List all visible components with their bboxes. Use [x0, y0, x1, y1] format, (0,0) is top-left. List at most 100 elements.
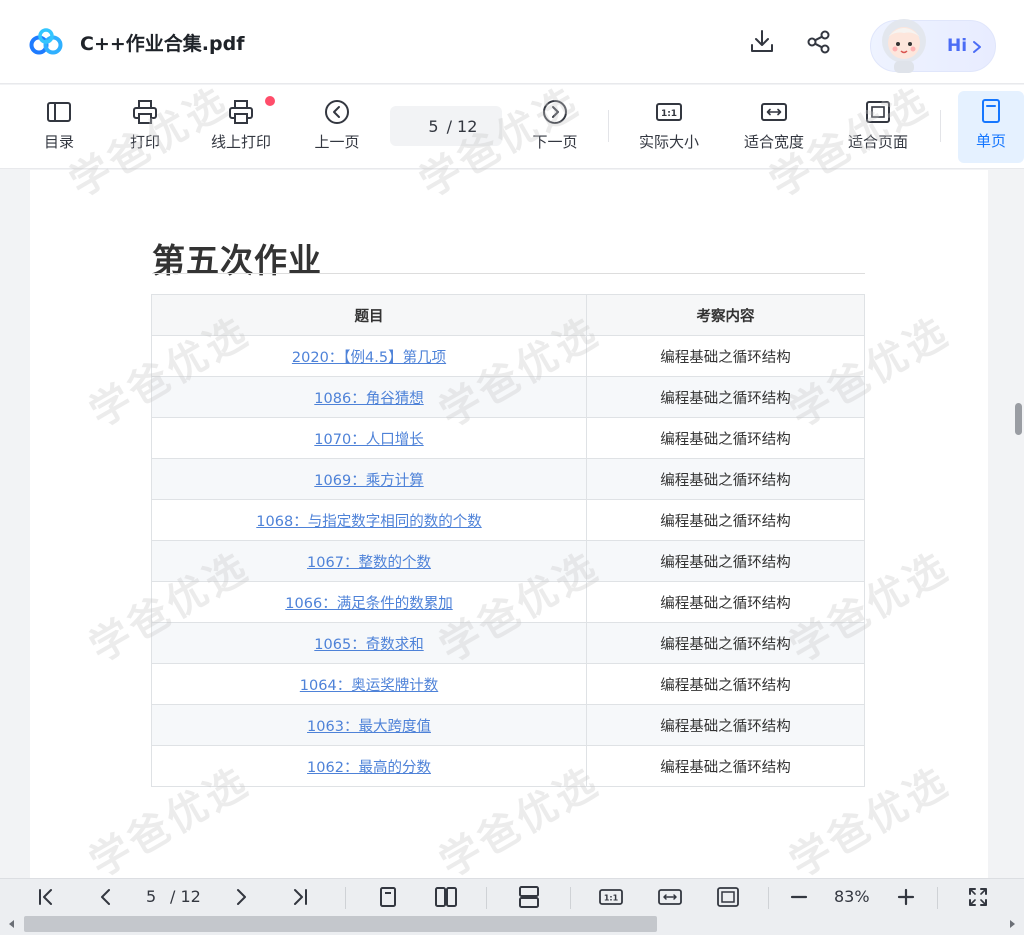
fit-page-icon[interactable]: [716, 885, 740, 909]
next-page-label: 下一页: [532, 133, 578, 151]
topic-cell: 编程基础之循环结构: [586, 745, 865, 787]
bottom-controls-bar: 5 / 12 1:1 83%: [0, 878, 1024, 914]
toc-label: 目录: [43, 133, 74, 151]
scroll-left-arrow-icon[interactable]: [6, 918, 18, 930]
actual-size-button[interactable]: 1:1 实际大小: [632, 85, 706, 169]
fit-page-icon: [866, 101, 890, 123]
bottom-divider: [486, 887, 487, 909]
topic-cell: 编程基础之循环结构: [586, 704, 865, 746]
first-page-icon[interactable]: [34, 885, 58, 909]
fit-width-label: 适合宽度: [743, 133, 804, 151]
title-cell: 1069：乘方计算: [151, 458, 587, 500]
fit-page-label: 适合页面: [847, 133, 908, 151]
single-page-button[interactable]: 单页: [958, 91, 1024, 163]
table-row: 1064：奥运奖牌计数 编程基础之循环结构: [151, 663, 865, 705]
fit-width-icon: [761, 103, 787, 121]
chevron-right-icon: [973, 41, 981, 53]
topic-cell: 编程基础之循环结构: [586, 335, 865, 377]
bottom-page-current[interactable]: 5: [146, 887, 156, 906]
title-cell: 2020：【例4.5】第几项: [151, 335, 587, 377]
prev-page-icon[interactable]: [94, 885, 118, 909]
horizontal-scrollbar[interactable]: [0, 913, 1024, 935]
app-header: C++作业合集.pdf Hi: [0, 0, 1024, 84]
horizontal-scrollbar-thumb[interactable]: [24, 916, 657, 932]
actual-size-icon[interactable]: 1:1: [599, 885, 623, 909]
problem-link[interactable]: 1063：最大跨度值: [307, 719, 431, 735]
fullscreen-icon[interactable]: [966, 885, 990, 909]
bottom-page-total: / 12: [170, 887, 201, 906]
document-title: C++作业合集.pdf: [80, 33, 245, 55]
bottom-actual-size-badge: 1:1: [604, 894, 619, 903]
topic-cell: 编程基础之循环结构: [586, 581, 865, 623]
next-page-button[interactable]: 下一页: [526, 85, 584, 169]
toc-button[interactable]: 目录: [36, 85, 82, 169]
topic-cell: 编程基础之循环结构: [586, 376, 865, 418]
prev-page-button[interactable]: 上一页: [308, 85, 366, 169]
download-icon[interactable]: [748, 28, 776, 56]
problem-link[interactable]: 1069：乘方计算: [314, 473, 423, 489]
problem-link[interactable]: 1062：最高的分数: [307, 760, 431, 776]
assistant-hi-button[interactable]: Hi: [870, 19, 996, 73]
page-number-input[interactable]: [414, 116, 439, 136]
topic-cell: 编程基础之循环结构: [586, 499, 865, 541]
problem-link[interactable]: 1064：奥运奖牌计数: [300, 678, 438, 694]
table-header-row: 题目 考察内容: [151, 294, 865, 336]
printer-icon: [133, 100, 157, 124]
table-row: 1068：与指定数字相同的数的个数 编程基础之循环结构: [151, 499, 865, 541]
topic-cell: 编程基础之循环结构: [586, 622, 865, 664]
bottom-divider: [768, 887, 769, 909]
problem-link[interactable]: 1067：整数的个数: [307, 555, 431, 571]
page-total: / 12: [446, 116, 478, 136]
next-page-icon[interactable]: [229, 885, 253, 909]
assistant-avatar-icon: [882, 19, 926, 73]
problem-link[interactable]: 1068：与指定数字相同的数的个数: [256, 514, 481, 530]
actual-size-label: 实际大小: [638, 133, 699, 151]
vertical-scrollbar-thumb[interactable]: [1015, 403, 1022, 435]
problem-link[interactable]: 1066：满足条件的数累加: [285, 596, 452, 612]
title-cell: 1086：角谷猜想: [151, 376, 587, 418]
title-cell: 1065：奇数求和: [151, 622, 587, 664]
page-heading: 第五次作业: [152, 241, 322, 280]
zoom-in-icon[interactable]: [894, 885, 918, 909]
print-button[interactable]: 打印: [122, 85, 168, 169]
table-row: 1069：乘方计算 编程基础之循环结构: [151, 458, 865, 500]
zoom-level[interactable]: 83%: [834, 887, 870, 906]
fit-width-button[interactable]: 适合宽度: [736, 85, 812, 169]
toolbar-divider: [608, 110, 609, 142]
scroll-right-arrow-icon[interactable]: [1006, 918, 1018, 930]
notification-dot: [265, 96, 275, 106]
table-row: 1070：人口增长 编程基础之循环结构: [151, 417, 865, 459]
title-cell: 1064：奥运奖牌计数: [151, 663, 587, 705]
circle-chevron-left-icon: [325, 100, 349, 124]
problem-link[interactable]: 1065：奇数求和: [314, 637, 423, 653]
single-page-view-icon[interactable]: [376, 885, 400, 909]
continuous-scroll-icon[interactable]: [517, 885, 541, 909]
table-of-contents-icon: [47, 102, 71, 122]
title-cell: 1062：最高的分数: [151, 745, 587, 787]
homework-table: 题目 考察内容 2020：【例4.5】第几项 编程基础之循环结构 1086：角谷…: [151, 294, 865, 787]
app-logo-icon: [29, 28, 63, 55]
zoom-out-icon[interactable]: [787, 885, 811, 909]
problem-link[interactable]: 1086：角谷猜想: [314, 391, 423, 407]
actual-size-badge: 1:1: [661, 109, 677, 119]
share-icon[interactable]: [805, 28, 833, 56]
topic-cell: 编程基础之循环结构: [586, 540, 865, 582]
document-page: 第五次作业 题目 考察内容 2020：【例4.5】第几项 编程基础之循环结构 1…: [30, 170, 988, 878]
problem-link[interactable]: 1070：人口增长: [314, 432, 423, 448]
table-row: 1065：奇数求和 编程基础之循环结构: [151, 622, 865, 664]
circle-chevron-right-icon: [543, 100, 567, 124]
table-row: 1066：满足条件的数累加 编程基础之循环结构: [151, 581, 865, 623]
table-row: 1067：整数的个数 编程基础之循环结构: [151, 540, 865, 582]
fit-width-icon[interactable]: [658, 885, 682, 909]
problem-link[interactable]: 2020：【例4.5】第几项: [292, 350, 446, 366]
column-header-title: 题目: [151, 294, 587, 336]
title-cell: 1068：与指定数字相同的数的个数: [151, 499, 587, 541]
online-printer-icon: [229, 100, 253, 124]
print-label: 打印: [129, 133, 160, 151]
page-indicator: / 12: [390, 106, 502, 146]
fit-page-button[interactable]: 适合页面: [840, 85, 916, 169]
bottom-divider: [937, 887, 938, 909]
heading-rule: [152, 273, 865, 274]
last-page-icon[interactable]: [288, 885, 312, 909]
two-page-view-icon[interactable]: [434, 885, 458, 909]
